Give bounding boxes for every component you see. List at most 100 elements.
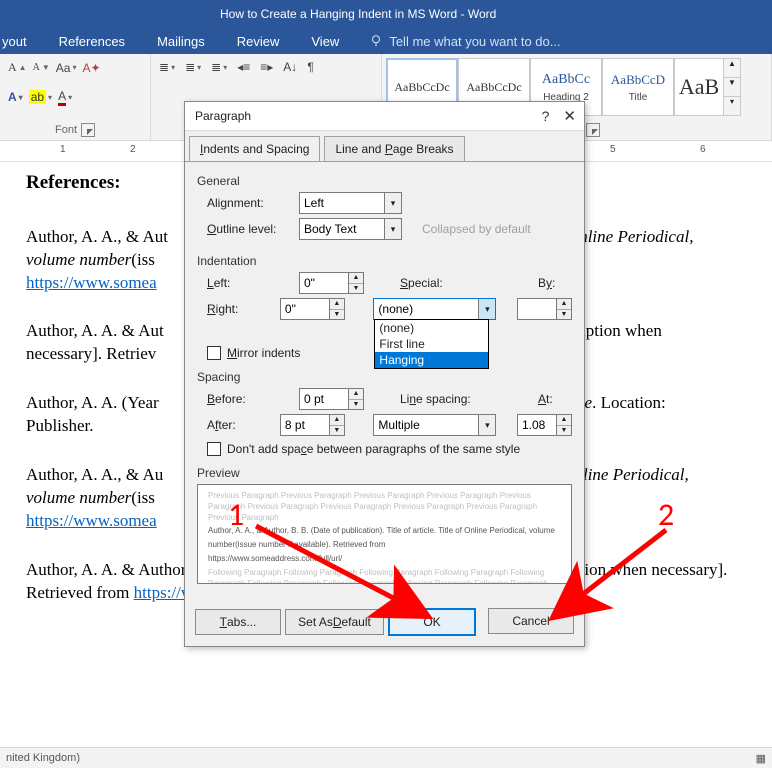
font-dialog-launcher-icon[interactable] bbox=[81, 123, 95, 137]
preview-section: Preview bbox=[197, 466, 572, 480]
numbering-button[interactable]: ≣ ▾ bbox=[185, 60, 201, 74]
outline-input[interactable] bbox=[300, 219, 384, 239]
doc-link[interactable]: https://www.somea bbox=[26, 511, 157, 530]
status-views[interactable]: ▦ bbox=[756, 752, 766, 765]
font-group: A▲ A▼ Aa ▾ A✦ A ▾ ab▾ A ▾ Font bbox=[0, 54, 151, 140]
dialog-help-button[interactable]: ? bbox=[542, 108, 550, 124]
special-option-firstline[interactable]: First line bbox=[375, 336, 488, 352]
before-input[interactable] bbox=[300, 389, 348, 409]
highlight-button[interactable]: ab▾ bbox=[29, 90, 52, 104]
sort-button[interactable]: A↓ bbox=[283, 60, 297, 74]
spin-up-icon[interactable]: ▲ bbox=[349, 389, 363, 400]
indent-left-spinner[interactable]: ▲▼ bbox=[299, 272, 364, 294]
special-option-none[interactable]: (none) bbox=[375, 320, 488, 336]
spin-up-icon[interactable]: ▲ bbox=[557, 415, 571, 426]
shrink-font-button[interactable]: A▼ bbox=[33, 62, 50, 73]
tab-layout[interactable]: yout bbox=[0, 30, 29, 53]
after-input[interactable] bbox=[281, 415, 329, 435]
tab-line-page-breaks[interactable]: Line and Page Breaks bbox=[324, 136, 464, 161]
app-title: How to Create a Hanging Indent in MS Wor… bbox=[220, 7, 496, 21]
multilevel-button[interactable]: ≣ ▾ bbox=[211, 60, 227, 74]
style-title[interactable]: AaBbCcDTitle bbox=[602, 58, 674, 116]
ruler-mark: 2 bbox=[130, 144, 136, 155]
ruler-mark: 1 bbox=[60, 144, 66, 155]
at-spinner[interactable]: ▲▼ bbox=[517, 414, 572, 436]
show-marks-button[interactable]: ¶ bbox=[307, 60, 313, 74]
tab-references[interactable]: References bbox=[57, 30, 127, 53]
special-combo[interactable]: ▾ (none) First line Hanging bbox=[373, 298, 496, 320]
tab-view[interactable]: View bbox=[309, 30, 341, 53]
by-label: By: bbox=[538, 276, 555, 290]
spin-up-icon[interactable]: ▲ bbox=[330, 299, 344, 310]
indent-right-spinner[interactable]: ▲▼ bbox=[280, 298, 345, 320]
title-bar: How to Create a Hanging Indent in MS Wor… bbox=[0, 0, 772, 28]
outline-label: Outline level: bbox=[197, 222, 299, 236]
increase-indent-button[interactable]: ≡▸ bbox=[260, 60, 273, 74]
grow-font-button[interactable]: A▲ bbox=[8, 60, 27, 75]
styles-scroll-down[interactable]: ▼ bbox=[724, 77, 740, 96]
font-color-button[interactable]: A ▾ bbox=[58, 89, 72, 106]
at-label: At: bbox=[538, 392, 553, 406]
indent-right-input[interactable] bbox=[281, 299, 329, 319]
before-spinner[interactable]: ▲▼ bbox=[299, 388, 364, 410]
change-case-button[interactable]: Aa ▾ bbox=[56, 61, 77, 75]
chevron-down-icon[interactable]: ▾ bbox=[478, 415, 495, 435]
by-input[interactable] bbox=[518, 299, 556, 319]
alignment-combo[interactable]: ▾ bbox=[299, 192, 402, 214]
at-input[interactable] bbox=[518, 415, 556, 435]
indentation-section: Indentation bbox=[197, 254, 572, 268]
spin-down-icon[interactable]: ▼ bbox=[330, 310, 344, 320]
tell-me[interactable]: Tell me what you want to do... bbox=[369, 34, 560, 49]
status-language[interactable]: nited Kingdom) bbox=[6, 752, 80, 764]
dialog-titlebar[interactable]: Paragraph ? ✕ bbox=[185, 102, 584, 131]
paragraph-dialog: Paragraph ? ✕ IIndents and Spacingndents… bbox=[184, 101, 585, 647]
spin-up-icon[interactable]: ▲ bbox=[557, 299, 571, 310]
styles-scroll-up[interactable]: ▲ bbox=[724, 59, 740, 77]
linespacing-label: Line spacing: bbox=[400, 392, 490, 406]
spacing-section: Spacing bbox=[197, 370, 572, 384]
text-effects-button[interactable]: A ▾ bbox=[8, 90, 23, 104]
dialog-tabs: IIndents and Spacingndents and Spacing L… bbox=[185, 131, 584, 161]
styles-more[interactable]: ▾ bbox=[724, 96, 740, 115]
spin-up-icon[interactable]: ▲ bbox=[330, 415, 344, 426]
indent-right-label: Right: bbox=[197, 302, 280, 316]
alignment-input[interactable] bbox=[300, 193, 384, 213]
set-default-button[interactable]: Set As Default bbox=[285, 609, 384, 635]
tab-indents-spacing[interactable]: IIndents and Spacingndents and Spacing bbox=[189, 136, 320, 161]
clear-formatting-button[interactable]: A✦ bbox=[82, 61, 100, 75]
before-label: Before: bbox=[197, 392, 299, 406]
spin-up-icon[interactable]: ▲ bbox=[349, 273, 363, 284]
spin-down-icon[interactable]: ▼ bbox=[557, 426, 571, 436]
by-spinner[interactable]: ▲▼ bbox=[517, 298, 572, 320]
chevron-down-icon[interactable]: ▾ bbox=[478, 299, 495, 319]
spin-down-icon[interactable]: ▼ bbox=[330, 426, 344, 436]
chevron-down-icon[interactable]: ▾ bbox=[384, 193, 401, 213]
doc-link[interactable]: https://www.somea bbox=[26, 273, 157, 292]
special-option-hanging[interactable]: Hanging bbox=[375, 352, 488, 368]
outline-combo[interactable]: ▾ bbox=[299, 218, 402, 240]
indent-left-input[interactable] bbox=[300, 273, 348, 293]
linespacing-combo[interactable]: ▾ bbox=[373, 414, 496, 436]
collapsed-checkbox: Collapsed by default bbox=[416, 222, 531, 236]
spin-down-icon[interactable]: ▼ bbox=[557, 310, 571, 320]
bullets-button[interactable]: ≣ ▾ bbox=[159, 60, 175, 74]
decrease-indent-button[interactable]: ◂≡ bbox=[237, 60, 250, 74]
tabs-button[interactable]: Tabs... bbox=[195, 609, 281, 635]
ok-button[interactable]: OK bbox=[388, 608, 476, 636]
linespacing-input[interactable] bbox=[374, 415, 478, 435]
spin-down-icon[interactable]: ▼ bbox=[349, 400, 363, 410]
font-group-label: Font bbox=[0, 121, 150, 140]
style-heading1[interactable]: AaB bbox=[674, 58, 724, 116]
styles-dialog-launcher-icon[interactable] bbox=[586, 123, 600, 137]
spin-down-icon[interactable]: ▼ bbox=[349, 284, 363, 294]
dialog-close-button[interactable]: ✕ bbox=[563, 107, 576, 125]
chevron-down-icon[interactable]: ▾ bbox=[384, 219, 401, 239]
dont-add-space-checkbox[interactable]: Don't add space between paragraphs of th… bbox=[197, 442, 572, 456]
special-input[interactable] bbox=[374, 299, 478, 319]
after-spinner[interactable]: ▲▼ bbox=[280, 414, 345, 436]
preview-box: Previous Paragraph Previous Paragraph Pr… bbox=[197, 484, 572, 584]
cancel-button[interactable]: Cancel bbox=[488, 608, 574, 634]
ruler-mark: 6 bbox=[700, 144, 706, 155]
tab-mailings[interactable]: Mailings bbox=[155, 30, 207, 53]
tab-review[interactable]: Review bbox=[235, 30, 282, 53]
